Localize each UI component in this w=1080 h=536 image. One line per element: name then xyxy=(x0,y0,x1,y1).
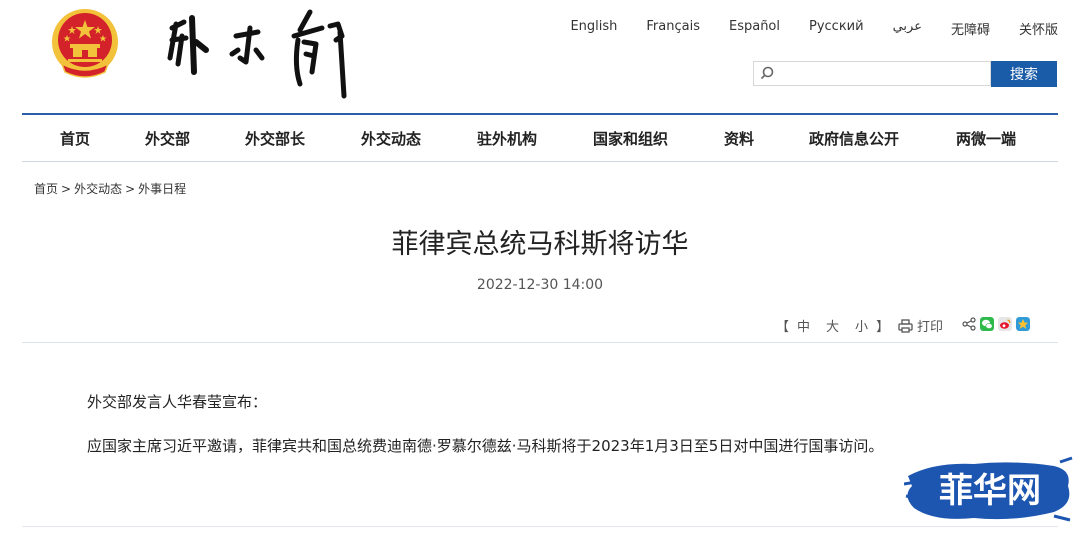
nav-item-minister[interactable]: 外交部长 xyxy=(245,128,305,149)
lang-arabic-link[interactable]: عربي xyxy=(893,19,922,38)
breadcrumb-diplomatic-news[interactable]: 外交动态 xyxy=(74,182,122,196)
nav-item-home[interactable]: 首页 xyxy=(60,128,90,149)
qzone-share-icon[interactable] xyxy=(1016,317,1030,331)
article-paragraph: 应国家主席习近平邀请，菲律宾共和国总统费迪南德·罗慕尔德兹·马科斯将于2023年… xyxy=(87,437,884,455)
nav-item-social-apps[interactable]: 两微一端 xyxy=(956,128,1016,149)
breadcrumb-separator: > xyxy=(61,182,72,196)
page-title: 菲律宾总统马科斯将访华 xyxy=(391,229,689,260)
share-icon[interactable] xyxy=(962,317,976,331)
nav-item-ministry[interactable]: 外交部 xyxy=(145,128,190,149)
publish-date: 2022-12-30 14:00 xyxy=(476,277,604,293)
lang-french-link[interactable]: Français xyxy=(646,19,700,38)
article-footer-divider xyxy=(22,526,1058,527)
watermark-text: 菲华网 xyxy=(939,471,1041,511)
breadcrumb-home[interactable]: 首页 xyxy=(34,182,58,196)
breadcrumb-separator: > xyxy=(125,182,136,196)
national-emblem-logo[interactable] xyxy=(48,4,122,82)
nav-item-diplomatic-news[interactable]: 外交动态 xyxy=(361,128,421,149)
watermark-logo: 菲华网 xyxy=(904,456,1073,522)
font-size-small-button[interactable]: 小 xyxy=(855,316,868,335)
lang-russian-link[interactable]: Русский xyxy=(809,19,864,38)
print-button[interactable]: 打印 xyxy=(898,316,943,335)
ministry-calligraphy-logo[interactable] xyxy=(160,6,360,102)
share-bar xyxy=(962,317,1030,331)
nav-item-gov-info-disclosure[interactable]: 政府信息公开 xyxy=(809,128,899,149)
search-box xyxy=(753,61,991,86)
nav-item-resources[interactable]: 资料 xyxy=(724,128,754,149)
bracket-open: 【 xyxy=(776,320,790,335)
printer-icon xyxy=(898,318,913,333)
search-input[interactable] xyxy=(780,62,984,85)
wechat-share-icon[interactable] xyxy=(980,317,994,331)
lang-spanish-link[interactable]: Español xyxy=(729,19,780,38)
bracket-close: 】 xyxy=(876,320,890,335)
weibo-share-icon[interactable] xyxy=(998,317,1012,331)
search-button[interactable]: 搜索 xyxy=(991,61,1057,87)
breadcrumb-foreign-affairs-schedule[interactable]: 外事日程 xyxy=(138,182,186,196)
elderly-care-version-link[interactable]: 关怀版 xyxy=(1019,19,1058,38)
article-header-divider xyxy=(22,342,1058,343)
breadcrumb: 首页 > 外交动态 > 外事日程 xyxy=(34,180,186,197)
nav-item-missions-abroad[interactable]: 驻外机构 xyxy=(477,128,537,149)
language-switcher: English Français Español Русский عربي 无障… xyxy=(570,19,1058,38)
font-size-controls: 【 中 大 小 】 xyxy=(776,316,889,335)
font-size-large-button[interactable]: 大 xyxy=(826,316,839,335)
print-label: 打印 xyxy=(917,320,944,335)
search-icon xyxy=(760,66,774,80)
lang-english-link[interactable]: English xyxy=(570,19,617,38)
nav-item-countries-organizations[interactable]: 国家和组织 xyxy=(593,128,668,149)
main-nav: 首页 外交部 外交部长 外交动态 驻外机构 国家和组织 资料 政府信息公开 两微… xyxy=(22,115,1058,162)
accessibility-link[interactable]: 无障碍 xyxy=(951,19,990,38)
font-size-medium-button[interactable]: 中 xyxy=(797,316,810,335)
article-paragraph: 外交部发言人华春莹宣布： xyxy=(87,393,268,411)
